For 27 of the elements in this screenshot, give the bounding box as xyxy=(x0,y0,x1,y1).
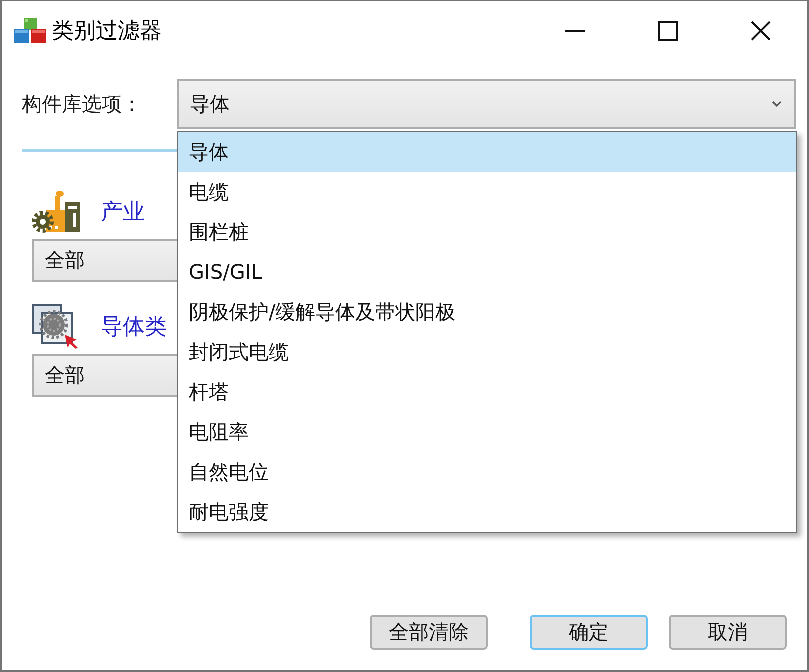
filter-label: 导体类 xyxy=(101,314,167,342)
dropdown-option[interactable]: 导体 xyxy=(178,132,796,172)
dialog-button[interactable]: 全部清除 xyxy=(370,615,488,650)
dropdown-option[interactable]: 自然电位 xyxy=(178,452,796,492)
dropdown-option[interactable]: 阴极保护/缓解导体及带状阳极 xyxy=(178,292,796,332)
dropdown-option[interactable]: GIS/GIL xyxy=(178,252,796,292)
minimize-icon xyxy=(564,30,584,32)
maximize-icon xyxy=(658,21,678,41)
library-dropdown[interactable]: 导体 xyxy=(177,79,796,129)
close-icon xyxy=(750,21,770,41)
filter-dropdown[interactable]: 全部 xyxy=(32,239,177,282)
filter-label: 产业 xyxy=(101,199,145,227)
window-title: 类别过滤器 xyxy=(52,18,162,46)
library-label: 构件库选项： xyxy=(22,90,143,118)
dropdown-option[interactable]: 电阻率 xyxy=(178,412,796,452)
dropdown-option[interactable]: 杆塔 xyxy=(178,372,796,412)
dropdown-option[interactable]: 电缆 xyxy=(178,172,796,212)
app-icon xyxy=(14,18,46,44)
dropdown-option[interactable]: 耐电强度 xyxy=(178,492,796,532)
dialog-button[interactable]: 取消 xyxy=(669,615,787,650)
dropdown-option[interactable]: 围栏桩 xyxy=(178,212,796,252)
filter-dropdown[interactable]: 全部 xyxy=(32,354,177,397)
gear-window-icon xyxy=(32,304,80,349)
dropdown-option[interactable]: 封闭式电缆 xyxy=(178,332,796,372)
dialog-button[interactable]: 确定 xyxy=(530,615,648,650)
factory-gear-icon xyxy=(32,190,80,234)
chevron-down-icon xyxy=(772,101,782,107)
